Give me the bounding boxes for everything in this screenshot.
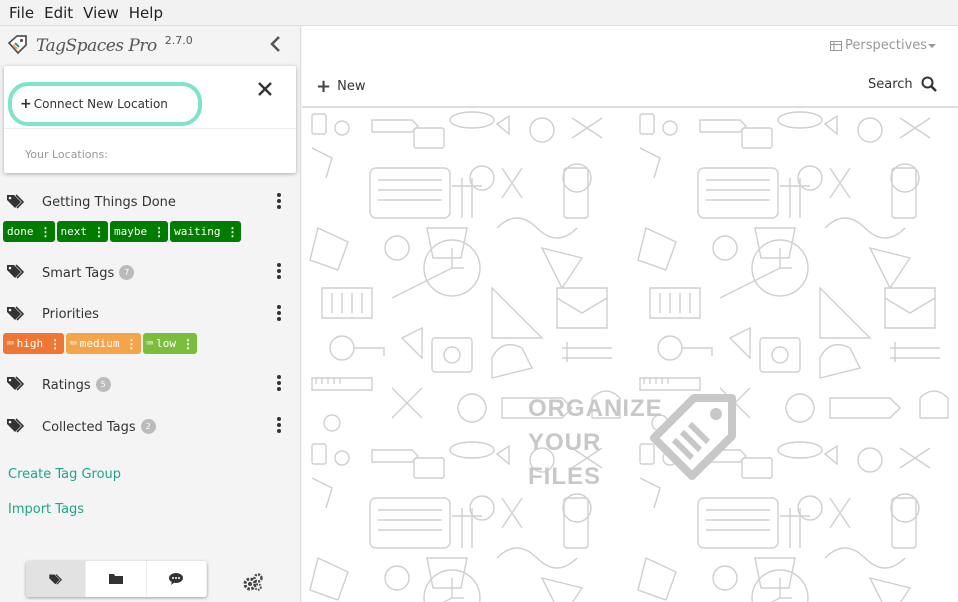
tag-group-title: Getting Things Done [42, 195, 176, 210]
left-panel-switcher [26, 561, 207, 597]
comments-tab[interactable] [147, 561, 207, 597]
connect-new-location-button[interactable]: + Connect New Location [8, 82, 202, 126]
tag-library-tab[interactable] [26, 561, 87, 597]
menu-bar: File Edit View Help [0, 0, 958, 26]
tag-medium[interactable]: ⌨ medium ⋮ [66, 333, 141, 354]
plus-icon: + [20, 96, 32, 112]
tag-next[interactable]: next ⋮ [56, 221, 108, 242]
tags-icon [7, 264, 25, 279]
tags-icon [7, 418, 25, 433]
new-button[interactable]: + New [316, 76, 365, 97]
keyboard-icon: ⌨ [146, 337, 154, 350]
tag-group-ratings[interactable]: Ratings 5 [0, 369, 300, 399]
brand: TagSpaces Pro 2.7.0 [6, 32, 193, 56]
tag-done[interactable]: done ⋮ [3, 221, 55, 242]
menu-help[interactable]: Help [124, 4, 168, 22]
folder-icon [108, 574, 123, 584]
grid-icon [830, 40, 842, 51]
tag-maybe[interactable]: maybe ⋮ [110, 221, 169, 242]
brand-version: 2.7.0 [164, 34, 193, 47]
locations-popover: + Connect New Location Your Locations: [4, 66, 296, 173]
comment-icon [169, 573, 184, 585]
tagspaces-logo-icon [7, 35, 27, 55]
tag-group-title: Smart Tags 7 [42, 265, 135, 281]
brand-name: TagSpaces Pro [36, 36, 157, 56]
more-vert-icon[interactable] [274, 415, 284, 435]
tag-list-gtd: done ⋮ next ⋮ maybe ⋮ waiting ⋮ [3, 221, 242, 242]
tag-group-smart-tags[interactable]: Smart Tags 7 [0, 257, 300, 287]
create-tag-group-link[interactable]: Create Tag Group [8, 467, 121, 482]
tags-icon [7, 194, 25, 209]
watermark-text: ORGANIZE YOUR FILES [528, 395, 663, 490]
tags-icon [7, 376, 25, 391]
search-icon [921, 76, 937, 92]
tag-group-title: Priorities [42, 307, 99, 322]
menu-edit[interactable]: Edit [39, 4, 78, 22]
main-area: Perspectives + New Search ORGANIZE YOUR … [302, 26, 958, 602]
caret-down-icon [928, 43, 937, 48]
tag-group-title: Ratings 5 [42, 377, 111, 393]
toolbar: + New Search [302, 72, 958, 106]
tag-count-badge: 7 [119, 265, 135, 280]
settings-cogs-icon[interactable] [243, 572, 263, 592]
more-vert-icon[interactable] [274, 303, 284, 323]
tag-group-collected-tags[interactable]: Collected Tags 2 [0, 411, 300, 441]
more-vert-icon[interactable] [274, 373, 284, 393]
tag-group-priorities[interactable]: Priorities [0, 299, 300, 329]
tag-group-getting-things-done[interactable]: Getting Things Done [0, 187, 300, 217]
locations-tab[interactable] [86, 561, 147, 597]
tag-count-badge: 5 [95, 377, 111, 392]
menu-file[interactable]: File [4, 4, 39, 22]
search-button[interactable]: Search [868, 76, 937, 92]
tag-waiting[interactable]: waiting ⋮ [170, 221, 242, 242]
tags-icon [48, 574, 62, 585]
tag-list-priorities: ⌨ high ⋮ ⌨ medium ⋮ ⌨ low ⋮ [3, 333, 197, 354]
doodle-background: ORGANIZE YOUR FILES [302, 108, 958, 602]
keyboard-icon: ⌨ [70, 337, 77, 350]
tag-low[interactable]: ⌨ low ⋮ [142, 333, 197, 354]
your-locations-label: Your Locations: [25, 148, 108, 161]
tag-count-badge: 2 [140, 419, 156, 434]
more-vert-icon[interactable] [274, 191, 284, 211]
perspectives-dropdown[interactable]: Perspectives [830, 38, 937, 53]
plus-icon: + [316, 76, 332, 97]
import-tags-link[interactable]: Import Tags [8, 502, 84, 517]
close-icon[interactable] [256, 80, 274, 98]
tag-group-title: Collected Tags 2 [42, 419, 156, 435]
menu-view[interactable]: View [78, 4, 124, 22]
keyboard-icon: ⌨ [7, 337, 14, 350]
more-vert-icon[interactable] [274, 261, 284, 281]
divider [4, 128, 296, 129]
tag-high[interactable]: ⌨ high ⋮ [3, 333, 65, 354]
tagspaces-watermark-logo-icon [650, 394, 736, 480]
chevron-left-icon[interactable] [268, 34, 284, 54]
tags-icon [7, 306, 25, 321]
doodle-pattern-graphic [302, 108, 958, 602]
